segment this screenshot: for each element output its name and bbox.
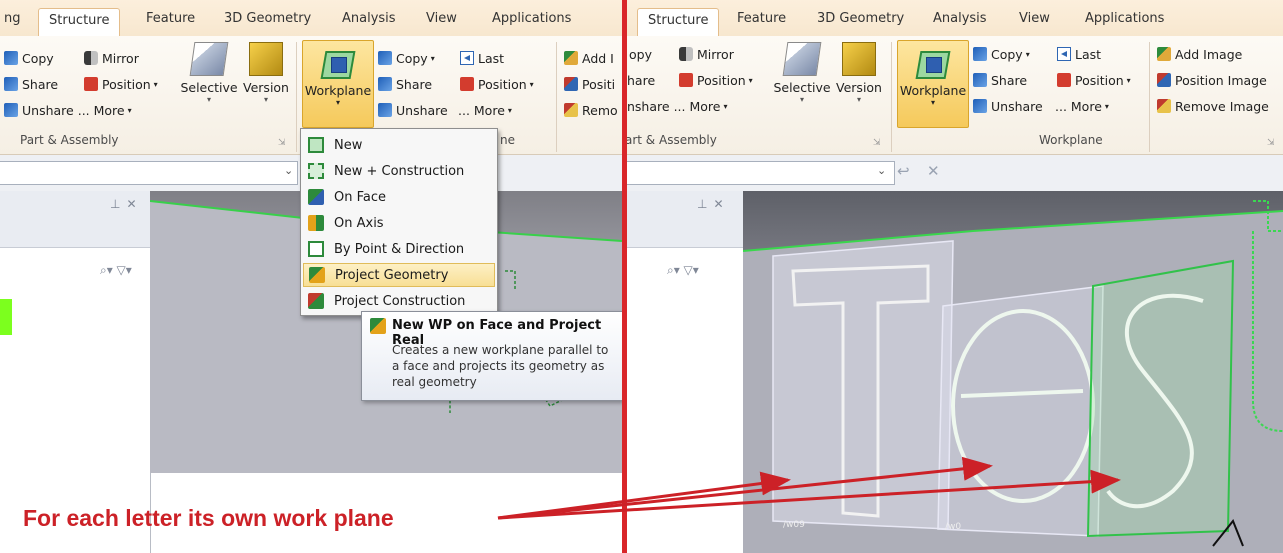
annotation-arrows <box>497 456 1121 520</box>
